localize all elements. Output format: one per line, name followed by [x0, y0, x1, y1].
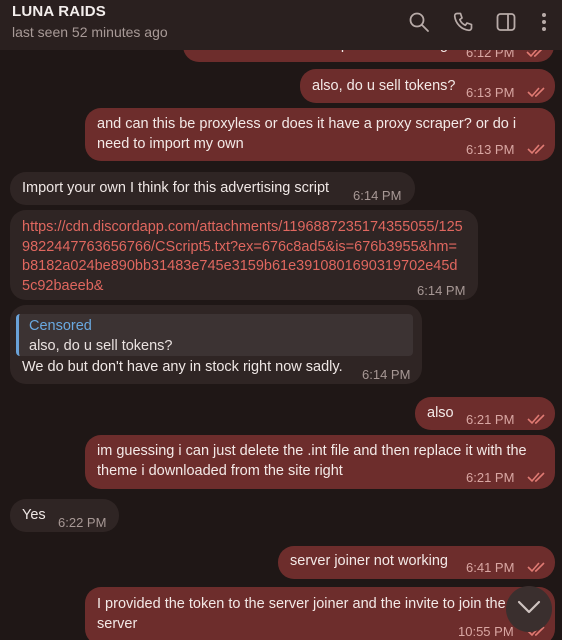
message-time: 6:14 PM [417, 283, 466, 298]
sidebar-toggle-icon[interactable] [495, 11, 517, 33]
scroll-to-bottom-button[interactable] [506, 586, 552, 632]
message-text: Import your own I think for this adverti… [22, 180, 330, 196]
message-time: 6:14 PM [362, 367, 411, 382]
message-text: We do but don't have any in stock right … [22, 359, 343, 375]
message-text: I provided the token to the server joine… [97, 596, 506, 632]
double-check-icon [527, 470, 547, 483]
message-outgoing[interactable]: I provided the token to the server joine… [85, 587, 555, 640]
phone-icon[interactable] [452, 11, 474, 33]
message-incoming[interactable]: https://cdn.discordapp.com/attachments/1… [10, 210, 478, 300]
message-time: 6:13 PM [466, 85, 515, 100]
attachment-link[interactable]: https://cdn.discordapp.com/attachments/1… [22, 218, 464, 296]
last-seen-status: last seen 52 minutes ago [12, 24, 168, 40]
message-time: 6:41 PM [466, 560, 515, 575]
message-list[interactable]: can u send me the script for advertising… [0, 0, 562, 640]
double-check-icon [527, 560, 547, 573]
message-outgoing[interactable]: and can this be proxyless or does it hav… [85, 108, 555, 161]
message-incoming[interactable]: Yes 6:22 PM [10, 499, 119, 532]
message-outgoing[interactable]: also 6:21 PM [415, 397, 555, 430]
message-outgoing[interactable]: im guessing i can just delete the .int f… [85, 435, 555, 489]
message-incoming[interactable]: Censored also, do u sell tokens? We do b… [10, 305, 422, 384]
message-text: also, do u sell tokens? [312, 78, 456, 94]
message-outgoing[interactable]: also, do u sell tokens? 6:13 PM [300, 69, 555, 103]
reply-quote[interactable]: Censored also, do u sell tokens? [16, 314, 413, 356]
reply-author: Censored [29, 318, 92, 334]
double-check-icon [527, 85, 547, 98]
message-text: server joiner not working [290, 553, 448, 569]
chat-header: LUNA RAIDS last seen 52 minutes ago [0, 0, 562, 50]
search-icon[interactable] [408, 11, 430, 33]
double-check-icon [527, 412, 547, 425]
message-time: 10:55 PM [458, 624, 514, 639]
message-time: 6:22 PM [58, 515, 107, 530]
message-time: 6:21 PM [466, 470, 515, 485]
message-text: also [427, 405, 454, 421]
double-check-icon [527, 142, 547, 155]
message-text: Yes [22, 507, 46, 523]
chat-title[interactable]: LUNA RAIDS [12, 3, 106, 20]
message-time: 6:21 PM [466, 412, 515, 427]
reply-text: also, do u sell tokens? [29, 338, 173, 354]
chevron-down-icon [516, 599, 542, 620]
message-incoming[interactable]: Import your own I think for this adverti… [10, 172, 415, 205]
more-vertical-icon[interactable] [533, 11, 555, 33]
message-outgoing[interactable]: server joiner not working 6:41 PM [278, 546, 555, 579]
message-time: 6:13 PM [466, 142, 515, 157]
message-time: 6:14 PM [353, 188, 402, 203]
